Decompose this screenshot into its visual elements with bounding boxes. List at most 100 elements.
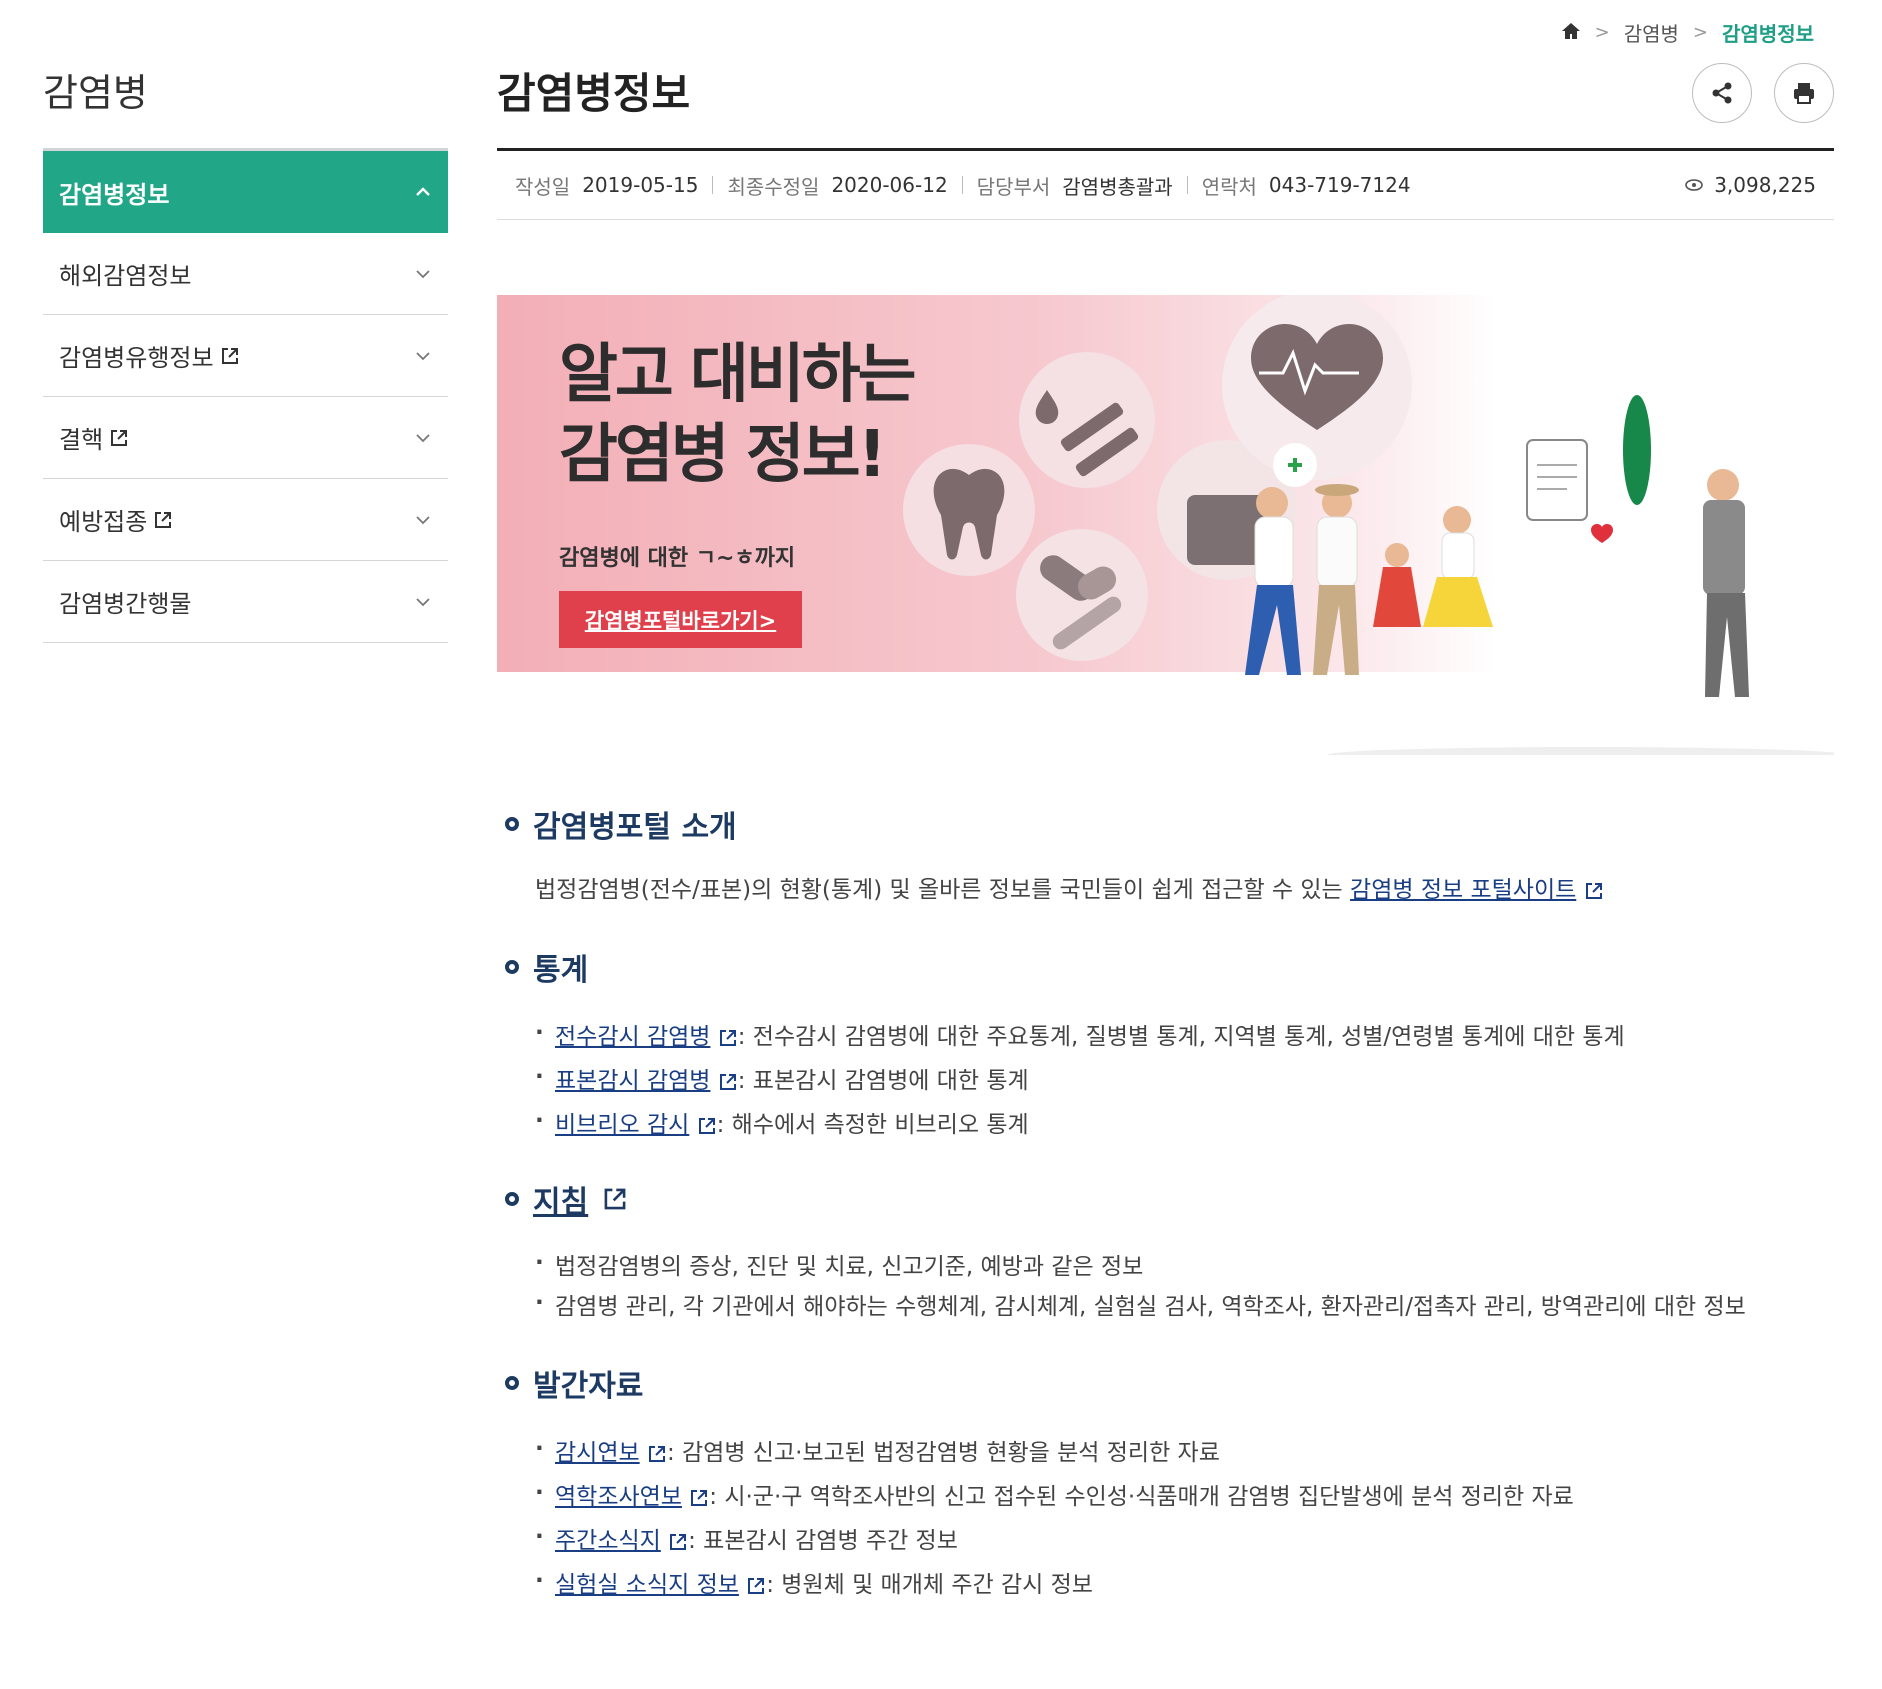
sidebar-item-vaccination[interactable]: 예방접종 (43, 479, 448, 561)
share-button[interactable] (1692, 63, 1752, 123)
publication-link[interactable]: 실험실 소식지 정보 (555, 1572, 739, 1598)
chevron-down-icon (416, 351, 430, 360)
external-link-icon (220, 346, 240, 366)
chevron-right-icon: > (1692, 22, 1708, 43)
modified-date: 2020-06-12 (831, 173, 948, 197)
list-item: 실험실 소식지 정보 : 병원체 및 매개체 주간 감시 정보 (535, 1559, 1835, 1607)
sidebar-item-label: 감염병간행물 (59, 590, 192, 618)
contact-value: 043-719-7124 (1268, 173, 1411, 197)
chevron-down-icon (416, 597, 430, 606)
external-link-icon (718, 1072, 738, 1092)
external-link-icon (697, 1116, 717, 1136)
contact-label: 연락처 (1201, 174, 1257, 199)
section-statistics: 통계 전수감시 감염병 : 전수감시 감염병에 대한 주요통계, 질병별 통계,… (505, 945, 1835, 1147)
sidebar: 감염병 감염병정보 해외감염정보 감염병유행정보 결핵 예방접종 감염병간행물 (43, 62, 448, 643)
list-item: 표본감시 감염병 : 표본감시 감염병에 대한 통계 (535, 1055, 1835, 1103)
stat-link[interactable]: 비브리오 감시 (555, 1112, 689, 1138)
created-label: 작성일 (515, 174, 571, 199)
circle-bullet-icon (505, 817, 519, 831)
external-link-icon (689, 1488, 709, 1508)
sidebar-nav: 감염병정보 해외감염정보 감염병유행정보 결핵 예방접종 감염병간행물 (43, 148, 448, 643)
banner-headline-line2: 감염병 정보! (559, 418, 887, 492)
list-item: 비브리오 감시 : 해수에서 측정한 비브리오 통계 (535, 1099, 1835, 1147)
banner-illustration (903, 295, 1834, 755)
guideline-link[interactable]: 지침 (533, 1177, 588, 1221)
home-icon[interactable] (1561, 21, 1581, 45)
circle-bullet-icon (505, 960, 519, 974)
breadcrumb: > 감염병 > 감염병정보 (1561, 18, 1814, 47)
meta-divider (961, 176, 963, 194)
sidebar-item-infectious-info[interactable]: 감염병정보 (43, 151, 448, 233)
section-publications: 발간자료 감시연보 : 감염병 신고·보고된 법정감염병 현황을 분석 정리한 … (505, 1361, 1835, 1607)
external-link-icon (153, 510, 173, 530)
external-link-icon (718, 1028, 738, 1048)
section-title-text: 감염병포털 소개 (533, 810, 737, 845)
section-guidelines: 지침 법정감염병의 증상, 진단 및 치료, 신고기준, 예방과 같은 정보 감… (505, 1177, 1835, 1327)
publication-link[interactable]: 주간소식지 (555, 1528, 661, 1554)
sidebar-item-tb[interactable]: 결핵 (43, 397, 448, 479)
stat-desc: : 표본감시 감염병에 대한 통계 (737, 1068, 1029, 1094)
breadcrumb-level1[interactable]: 감염병 (1624, 18, 1679, 47)
meta-divider (712, 176, 714, 194)
meta-divider (1186, 176, 1188, 194)
chevron-down-icon (416, 269, 430, 278)
guideline-list: 법정감염병의 증상, 진단 및 치료, 신고기준, 예방과 같은 정보 감염병 … (505, 1243, 1835, 1327)
section-title-text: 통계 (533, 953, 589, 988)
sidebar-item-epidemic[interactable]: 감염병유행정보 (43, 315, 448, 397)
external-link-icon (602, 1186, 628, 1212)
circle-bullet-icon (505, 1192, 519, 1206)
stat-link[interactable]: 전수감시 감염병 (555, 1024, 710, 1050)
publication-desc: : 감염병 신고·보고된 법정감염병 현황을 분석 정리한 자료 (666, 1440, 1220, 1466)
portal-description: 법정감염병(전수/표본)의 현황(통계) 및 올바른 정보를 국민들이 쉽게 접… (505, 870, 1835, 904)
chevron-down-icon (416, 433, 430, 442)
external-link-icon (746, 1576, 766, 1596)
eye-icon (1685, 179, 1704, 191)
list-item: 감시연보 : 감염병 신고·보고된 법정감염병 현황을 분석 정리한 자료 (535, 1427, 1835, 1475)
banner-headline: 알고 대비하는 감염병 정보! (559, 335, 917, 495)
page-title: 감염병정보 (497, 69, 691, 118)
publication-desc: : 시·군·구 역학조사반의 신고 접수된 수인성·식품매개 감염병 집단발생에… (709, 1484, 1574, 1510)
section-title-text: 발간자료 (533, 1369, 644, 1404)
dept-value: 감염병총괄과 (1062, 174, 1173, 199)
printer-icon (1794, 83, 1814, 104)
sidebar-item-overseas[interactable]: 해외감염정보 (43, 233, 448, 315)
portal-description-text: 법정감염병(전수/표본)의 현황(통계) 및 올바른 정보를 국민들이 쉽게 접… (535, 877, 1351, 903)
section-title: 발간자료 (505, 1361, 1835, 1405)
chevron-up-icon (416, 187, 430, 196)
sidebar-item-label: 감염병유행정보 (59, 344, 214, 372)
sidebar-item-label: 결핵 (59, 426, 104, 454)
section-title: 지침 (505, 1177, 1835, 1221)
view-count: 3,098,225 (1684, 173, 1816, 197)
external-link-icon (1584, 881, 1604, 901)
sidebar-item-publications[interactable]: 감염병간행물 (43, 561, 448, 643)
list-item: 법정감염병의 증상, 진단 및 치료, 신고기준, 예방과 같은 정보 (535, 1243, 1835, 1287)
breadcrumb-current: 감염병정보 (1722, 22, 1814, 46)
publication-link[interactable]: 역학조사연보 (555, 1484, 682, 1510)
portal-shortcut-button[interactable]: 감염병포털바로가기> (559, 591, 802, 648)
list-item: 주간소식지 : 표본감시 감염병 주간 정보 (535, 1515, 1835, 1563)
portal-site-link[interactable]: 감염병 정보 포털사이트 (1350, 877, 1576, 903)
external-link-icon (647, 1444, 667, 1464)
sidebar-title: 감염병 (43, 71, 148, 115)
circle-bullet-icon (505, 1376, 519, 1390)
statistics-list: 전수감시 감염병 : 전수감시 감염병에 대한 주요통계, 질병별 통계, 지역… (505, 1011, 1835, 1147)
green-disc (1623, 395, 1651, 505)
chevron-right-icon: > (1594, 22, 1610, 43)
created-date: 2019-05-15 (582, 173, 699, 197)
section-title: 감염병포털 소개 (505, 802, 1835, 846)
stat-desc: : 해수에서 측정한 비브리오 통계 (716, 1112, 1029, 1138)
view-count-value: 3,098,225 (1714, 173, 1816, 197)
publication-link[interactable]: 감시연보 (555, 1440, 640, 1466)
external-link-icon (668, 1532, 688, 1552)
print-button[interactable] (1774, 63, 1834, 123)
publication-desc: : 표본감시 감염병 주간 정보 (688, 1528, 958, 1554)
list-item: 전수감시 감염병 : 전수감시 감염병에 대한 주요통계, 질병별 통계, 지역… (535, 1011, 1835, 1059)
external-link-icon (109, 428, 129, 448)
banner-headline-line1: 알고 대비하는 (559, 338, 917, 412)
publications-list: 감시연보 : 감염병 신고·보고된 법정감염병 현황을 분석 정리한 자료 역학… (505, 1427, 1835, 1607)
section-title: 통계 (505, 945, 1835, 989)
stat-link[interactable]: 표본감시 감염병 (555, 1068, 710, 1094)
sidebar-item-label: 예방접종 (59, 508, 148, 536)
publication-desc: : 병원체 및 매개체 주간 감시 정보 (766, 1572, 1093, 1598)
dept-label: 담당부서 (976, 174, 1051, 199)
